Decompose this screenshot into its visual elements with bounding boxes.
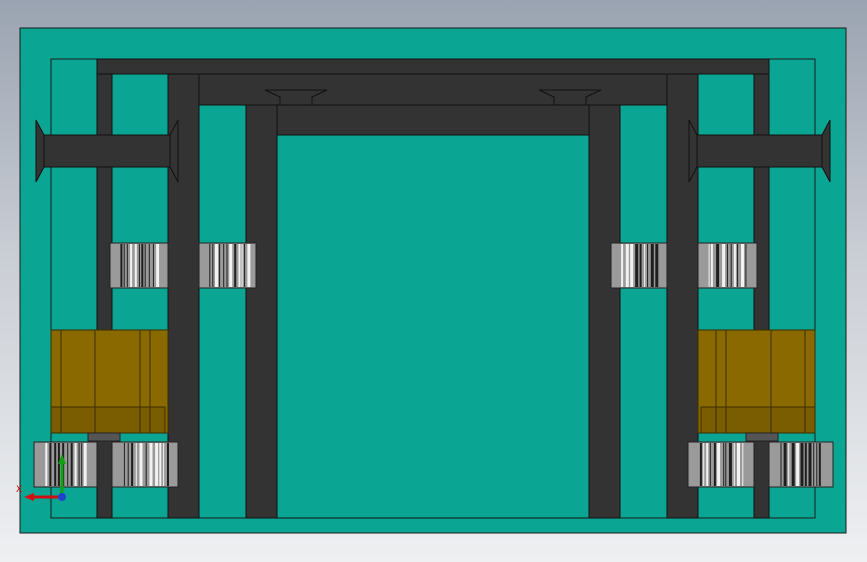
- right-upper-gear-a: [610, 242, 668, 289]
- left-lower-gear-b: [111, 441, 179, 488]
- left-motor: [50, 329, 169, 442]
- inner-window: [276, 134, 590, 519]
- frame-leg-right-inner: [588, 104, 621, 519]
- right-motor: [697, 329, 816, 442]
- triad-x-label: X: [16, 485, 23, 495]
- assembly-front-view[interactable]: [0, 0, 867, 562]
- right-lower-gear-a: [687, 441, 755, 488]
- triad-y-arrow: [58, 454, 66, 464]
- coordinate-triad: X: [14, 440, 74, 510]
- upper-crossbar: [167, 73, 699, 106]
- frame-leg-left-inner: [245, 104, 278, 519]
- gantry-crossbar: [245, 104, 621, 136]
- triad-z-axis: [58, 493, 66, 501]
- left-upper-gear-b: [198, 242, 257, 289]
- right-lower-gear-b: [768, 441, 834, 488]
- top-rail: [96, 58, 770, 75]
- left-upper-gear-a: [109, 242, 169, 289]
- cad-viewport[interactable]: X: [0, 0, 867, 562]
- triad-x-arrow: [24, 493, 34, 501]
- right-upper-gear-b: [697, 242, 758, 289]
